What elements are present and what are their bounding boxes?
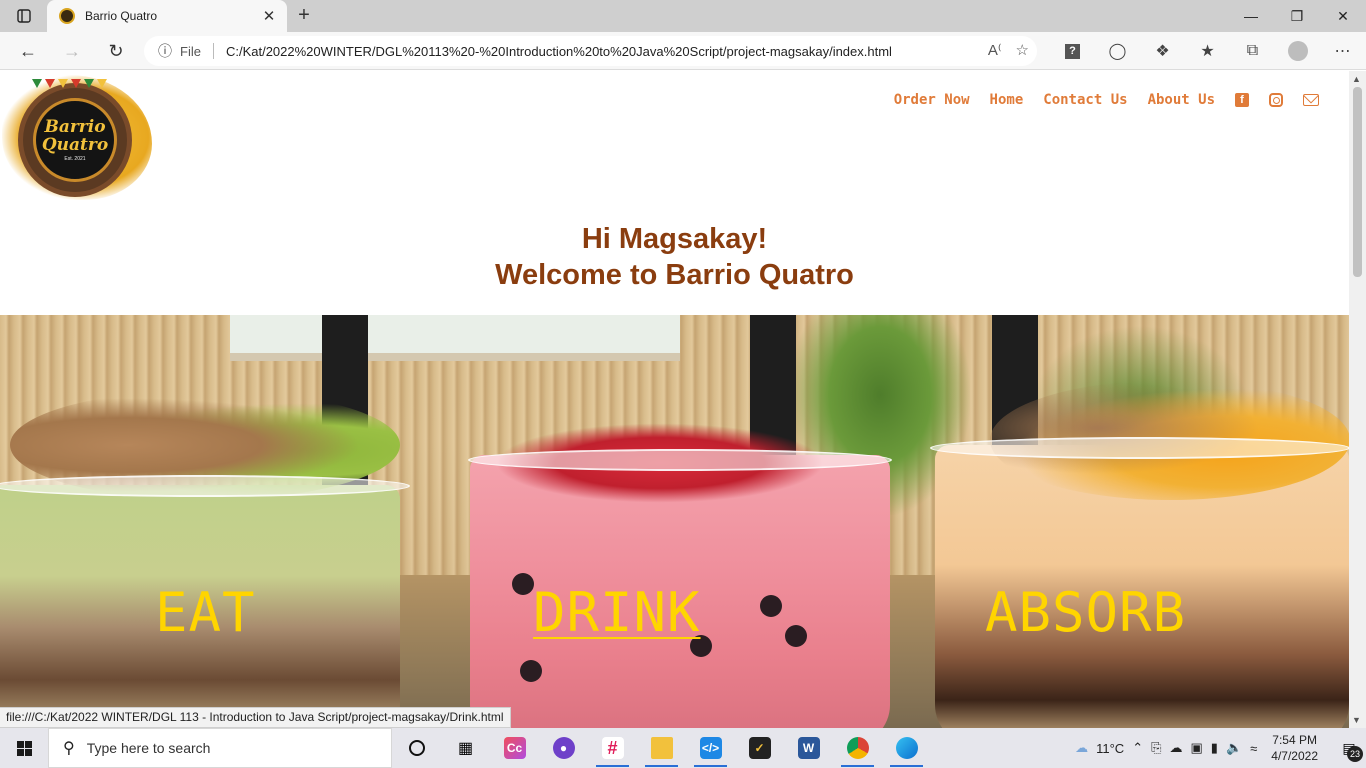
- extension-icon[interactable]: ◯: [1095, 38, 1140, 64]
- nav-home[interactable]: Home: [990, 92, 1024, 108]
- boba-pearl: [520, 660, 542, 682]
- address-divider: [212, 43, 214, 59]
- scroll-up-icon[interactable]: ▲: [1352, 74, 1361, 84]
- windows-logo-icon: [16, 740, 32, 756]
- drink-link[interactable]: DRINK: [533, 581, 701, 644]
- page-scrollbar[interactable]: ▲ ▼: [1349, 71, 1366, 728]
- tab-actions-icon[interactable]: [8, 6, 40, 26]
- restore-icon[interactable]: ❐: [1274, 0, 1320, 32]
- browser-toolbar: ← → ↻ ⓘ File C:/Kat/2022%20WINTER/DGL%20…: [0, 32, 1366, 70]
- system-clock[interactable]: 7:54 PM 4/7/2022: [1271, 732, 1318, 764]
- minimize-icon[interactable]: —: [1228, 0, 1274, 32]
- site-navigation: Order Now Home Contact Us About Us f: [874, 92, 1319, 108]
- favorites-icon[interactable]: ★: [1185, 38, 1230, 64]
- new-tab-button[interactable]: +: [292, 4, 316, 28]
- facebook-icon[interactable]: f: [1235, 93, 1249, 107]
- close-tab-icon[interactable]: ✕: [257, 7, 281, 25]
- puzzle-extensions-icon[interactable]: ❖: [1140, 38, 1185, 64]
- vscode-icon[interactable]: </>: [686, 728, 735, 768]
- task-view-icon[interactable]: ▦: [441, 728, 490, 768]
- browser-tab[interactable]: Barrio Quatro ✕: [47, 0, 287, 32]
- file-explorer-icon[interactable]: [637, 728, 686, 768]
- boba-pearl: [785, 625, 807, 647]
- creative-cloud-icon[interactable]: Cc: [490, 728, 539, 768]
- word-icon[interactable]: W: [784, 728, 833, 768]
- cortana-icon[interactable]: [392, 728, 441, 768]
- read-aloud-icon[interactable]: A⁽: [988, 41, 1002, 59]
- browser-title-bar: Barrio Quatro ✕ + — ❐ ✕: [0, 0, 1366, 32]
- github-desktop-icon[interactable]: ●: [539, 728, 588, 768]
- cup-rim-2: [468, 449, 892, 471]
- back-arrow-icon[interactable]: ←: [14, 37, 42, 65]
- instagram-icon[interactable]: [1269, 93, 1283, 107]
- file-label: File: [180, 43, 201, 59]
- start-button[interactable]: [0, 728, 48, 768]
- nav-about-us[interactable]: About Us: [1148, 92, 1215, 108]
- collections-icon[interactable]: ⧉: [1230, 38, 1275, 64]
- greeting-line: Hi Magsakay!: [581, 223, 768, 255]
- edge-icon[interactable]: [882, 728, 931, 768]
- chevron-up-icon[interactable]: ⌃: [1132, 740, 1143, 756]
- address-bar[interactable]: ⓘ File C:/Kat/2022%20WINTER/DGL%20113%20…: [144, 36, 1037, 66]
- help-icon[interactable]: ?: [1050, 38, 1095, 64]
- battery-icon[interactable]: ▮: [1211, 740, 1218, 756]
- info-icon[interactable]: ⓘ: [158, 41, 172, 61]
- logo-badge: Barrio Quatro Est. 2021: [33, 98, 117, 182]
- usb-icon[interactable]: ⎘: [1151, 740, 1161, 756]
- refresh-icon[interactable]: ↻: [102, 37, 130, 65]
- boba-pearl: [512, 573, 534, 595]
- site-favicon-icon: [59, 8, 75, 24]
- logo-est: Est. 2021: [64, 156, 86, 162]
- scroll-down-icon[interactable]: ▼: [1352, 715, 1361, 725]
- absorb-link[interactable]: ABSORB: [985, 581, 1186, 644]
- slack-icon[interactable]: #: [588, 728, 637, 768]
- clock-date: 4/7/2022: [1271, 749, 1318, 763]
- barrio-quatro-logo[interactable]: Barrio Quatro Est. 2021: [2, 75, 152, 201]
- more-menu-icon[interactable]: ⋯: [1320, 38, 1365, 64]
- chrome-icon[interactable]: [833, 728, 882, 768]
- cloud-sync-icon[interactable]: ☁: [1170, 740, 1183, 756]
- boba-pearl: [760, 595, 782, 617]
- clock-time: 7:54 PM: [1272, 733, 1317, 747]
- temperature-text[interactable]: 11°C: [1096, 741, 1124, 756]
- display-icon[interactable]: ▣: [1191, 740, 1203, 756]
- nav-order-now[interactable]: Order Now: [894, 92, 970, 108]
- windows-taskbar: ⚲ Type here to search ▦ Cc ● # </> ✓ W ☁…: [0, 728, 1366, 768]
- window-background: [230, 315, 680, 361]
- scroll-thumb[interactable]: [1353, 87, 1362, 277]
- profile-avatar-icon[interactable]: [1275, 38, 1320, 64]
- logo-ring: Barrio Quatro Est. 2021: [18, 83, 132, 197]
- envelope-icon[interactable]: [1303, 94, 1319, 106]
- cup-rim-1: [0, 475, 410, 497]
- welcome-line: Welcome to Barrio Quatro: [495, 259, 854, 291]
- tasks-icon[interactable]: ✓: [735, 728, 784, 768]
- search-icon: ⚲: [63, 740, 75, 757]
- wifi-icon[interactable]: ≈: [1250, 741, 1257, 756]
- logo-text-quatro: Quatro: [41, 135, 109, 155]
- hero-banner-image: EAT DRINK ABSORB: [0, 315, 1349, 728]
- page-viewport: Barrio Quatro Est. 2021 Order Now Home C…: [0, 71, 1349, 728]
- system-tray: ☁ 11°C ⌃ ⎘ ☁ ▣ ▮ 🔈 ≈ 7:54 PM 4/7/2022 ▤ …: [1075, 728, 1366, 768]
- logo-text-barrio: Barrio: [44, 117, 106, 137]
- url-text[interactable]: C:/Kat/2022%20WINTER/DGL%20113%20-%20Int…: [226, 44, 892, 59]
- close-window-icon[interactable]: ✕: [1320, 0, 1366, 32]
- forward-arrow-icon[interactable]: →: [58, 37, 86, 65]
- volume-icon[interactable]: 🔈: [1226, 740, 1242, 756]
- nav-contact-us[interactable]: Contact Us: [1043, 92, 1127, 108]
- eat-link[interactable]: EAT: [155, 581, 256, 644]
- weather-cloud-icon[interactable]: ☁: [1075, 740, 1088, 756]
- taskbar-search[interactable]: ⚲ Type here to search: [48, 728, 392, 768]
- bunting-flags-icon: [32, 79, 107, 88]
- add-favorite-icon[interactable]: ☆: [1016, 41, 1029, 59]
- notification-center-icon[interactable]: ▤ 23: [1332, 728, 1366, 768]
- tab-title: Barrio Quatro: [85, 9, 158, 23]
- cup-rim-3: [930, 437, 1349, 459]
- welcome-heading: Hi Magsakay! Welcome to Barrio Quatro: [0, 221, 1349, 293]
- search-placeholder: Type here to search: [86, 740, 211, 756]
- link-status-bar: file:///C:/Kat/2022 WINTER/DGL 113 - Int…: [0, 707, 511, 728]
- notification-badge: 23: [1347, 746, 1363, 762]
